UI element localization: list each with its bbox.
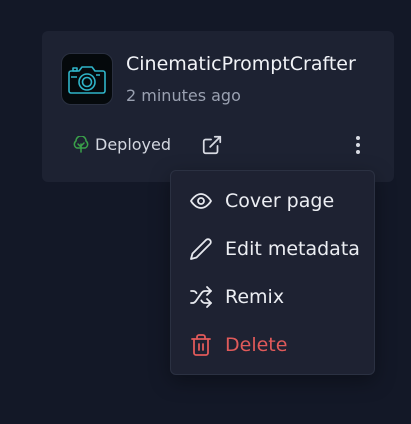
menu-item-label: Edit metadata bbox=[225, 238, 360, 260]
camera-icon bbox=[68, 66, 106, 94]
menu-item-label: Cover page bbox=[225, 190, 335, 212]
app-title[interactable]: CinematicPromptCrafter bbox=[126, 53, 356, 75]
trash-icon bbox=[189, 333, 213, 357]
status-label: Deployed bbox=[95, 135, 172, 154]
menu-item-cover-page[interactable]: Cover page bbox=[171, 181, 374, 221]
app-card: CinematicPromptCrafter 2 minutes ago Dep… bbox=[42, 31, 394, 182]
shuffle-icon bbox=[189, 285, 213, 309]
menu-item-label: Remix bbox=[225, 286, 285, 308]
menu-item-label: Delete bbox=[225, 334, 288, 356]
kebab-menu-icon bbox=[356, 136, 360, 154]
menu-item-remix[interactable]: Remix bbox=[171, 277, 374, 317]
menu-item-delete[interactable]: Delete bbox=[171, 325, 374, 365]
deploy-status: Deployed bbox=[73, 135, 171, 154]
open-external-button[interactable] bbox=[198, 131, 226, 159]
tree-icon bbox=[73, 135, 89, 153]
eye-icon bbox=[189, 189, 213, 213]
pencil-icon bbox=[189, 237, 213, 261]
app-updated-time: 2 minutes ago bbox=[126, 86, 241, 105]
external-link-icon bbox=[202, 135, 222, 155]
more-options-button[interactable] bbox=[344, 131, 372, 159]
app-thumbnail[interactable] bbox=[61, 53, 113, 105]
options-dropdown-menu: Cover page Edit metadata Remix Delete bbox=[170, 170, 375, 375]
menu-item-edit-metadata[interactable]: Edit metadata bbox=[171, 229, 374, 269]
